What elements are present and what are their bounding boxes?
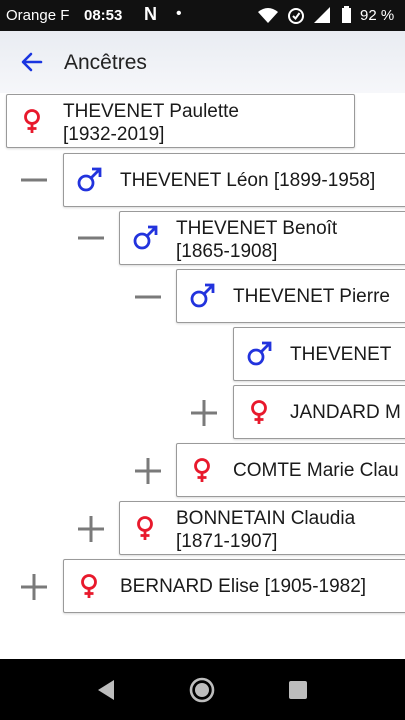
app-notification-icon: N <box>144 4 157 24</box>
alarm-icon <box>288 8 304 24</box>
expand-plus-icon[interactable] <box>134 457 162 485</box>
tree-node-thevenet-benoit[interactable]: THEVENET Benoît [1865-1908] <box>119 211 405 265</box>
person-name: BONNETAIN Claudia <box>176 508 356 529</box>
person-name: THEVENET Benoît <box>176 218 338 239</box>
person-name: THEVENET Pierre <box>233 286 390 307</box>
tree-node-thevenet-leon[interactable]: THEVENET Léon [1899-1958] <box>63 153 405 207</box>
person-dates: [1865-1908] <box>176 241 278 262</box>
tree-node-thevenet-pierre[interactable]: THEVENET Pierre <box>176 269 405 323</box>
male-icon <box>190 283 215 308</box>
person-name: THEVENET Léon [1899-1958] <box>120 170 376 191</box>
tree-node-comte[interactable]: COMTE Marie Clau <box>176 443 405 497</box>
person-name: THEVENET Paulette <box>63 101 240 122</box>
back-arrow-icon[interactable] <box>20 50 44 74</box>
female-icon <box>24 109 40 133</box>
male-icon <box>133 225 158 250</box>
person-name: COMTE Marie Clau <box>233 460 399 481</box>
status-bar: Orange F 08:53 N • 92 % <box>0 0 405 31</box>
collapse-minus-icon[interactable] <box>20 166 48 194</box>
expand-plus-icon[interactable] <box>77 515 105 543</box>
person-label: THEVENET Léon [1899-1958] <box>120 169 375 192</box>
tree-node-thevenet[interactable]: THEVENET <box>233 327 405 381</box>
signal-icon <box>314 7 330 23</box>
person-label: THEVENET <box>290 343 391 366</box>
female-icon <box>251 400 267 424</box>
male-icon <box>247 341 272 366</box>
person-label: THEVENET Pierre <box>233 285 390 308</box>
nav-recents-icon[interactable] <box>284 676 312 704</box>
person-label: COMTE Marie Clau <box>233 459 399 482</box>
collapse-minus-icon[interactable] <box>134 283 162 311</box>
person-name: JANDARD M <box>290 402 401 423</box>
status-icons <box>258 6 351 24</box>
person-name: BERNARD Elise [1905-1982] <box>120 576 367 597</box>
tree-node-bonnetain-claudia[interactable]: BONNETAIN Claudia [1871-1907] <box>119 501 405 555</box>
carrier-name: Orange F <box>6 7 70 24</box>
battery-percent: 92 % <box>360 7 395 24</box>
person-label: BONNETAIN Claudia [1871-1907] <box>176 507 355 553</box>
person-name: THEVENET <box>290 344 392 365</box>
wifi-icon <box>258 8 278 23</box>
person-label: JANDARD M <box>290 401 401 424</box>
female-icon <box>81 574 97 598</box>
female-icon <box>137 516 153 540</box>
notification-dot: • <box>176 5 182 22</box>
female-icon <box>194 458 210 482</box>
male-icon <box>77 167 102 192</box>
person-dates: [1932-2019] <box>63 124 165 145</box>
navigation-bar <box>0 659 405 720</box>
page-title: Ancêtres <box>64 51 147 74</box>
person-label: THEVENET Paulette [1932-2019] <box>63 100 239 146</box>
expand-plus-icon[interactable] <box>190 399 218 427</box>
collapse-minus-icon[interactable] <box>77 224 105 252</box>
nav-home-icon[interactable] <box>188 676 216 704</box>
tree-node-jandard[interactable]: JANDARD M <box>233 385 405 439</box>
battery-icon <box>342 6 351 23</box>
app-bar: Ancêtres <box>0 31 405 93</box>
tree-node-bernard-elise[interactable]: BERNARD Elise [1905-1982] <box>63 559 405 613</box>
person-label: BERNARD Elise [1905-1982] <box>120 575 366 598</box>
person-dates: [1871-1907] <box>176 531 278 552</box>
nav-back-icon[interactable] <box>92 676 120 704</box>
tree-node-thevenet-paulette[interactable]: THEVENET Paulette [1932-2019] <box>6 94 355 148</box>
expand-plus-icon[interactable] <box>20 573 48 601</box>
clock: 08:53 <box>84 7 123 24</box>
person-label: THEVENET Benoît [1865-1908] <box>176 217 337 263</box>
ancestor-tree: THEVENET Paulette [1932-2019] THEVENET L… <box>0 93 405 659</box>
